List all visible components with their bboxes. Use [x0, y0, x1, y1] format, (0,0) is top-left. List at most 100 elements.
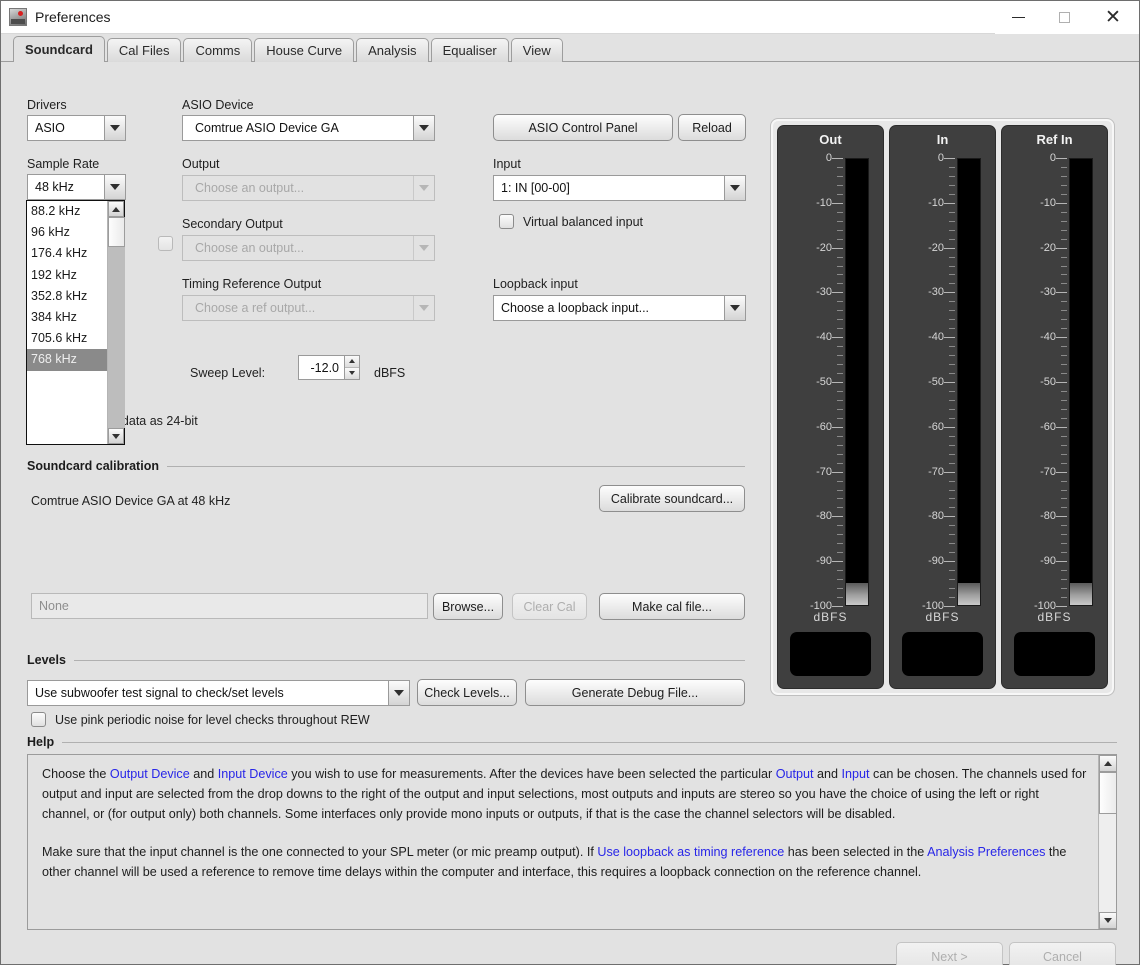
drivers-value: ASIO — [35, 121, 65, 135]
sample-rate-dropdown-list[interactable]: 88.2 kHz 96 kHz 176.4 kHz 192 kHz 352.8 … — [26, 200, 125, 445]
sample-rate-combo[interactable]: 48 kHz — [27, 174, 126, 200]
dropdown-item[interactable]: 352.8 kHz — [27, 286, 107, 307]
meter-tick — [1061, 319, 1067, 321]
help-link-output[interactable]: Output — [776, 767, 814, 781]
meter-tick — [1061, 489, 1067, 491]
meter-tick — [1061, 364, 1067, 366]
meter-tick — [837, 408, 843, 410]
meter-tick — [1056, 471, 1067, 473]
meter-tick — [949, 355, 955, 357]
dropdown-item[interactable]: 88.2 kHz — [27, 201, 107, 222]
scale-label: -80 — [928, 510, 944, 523]
scale-label: -10 — [816, 196, 832, 209]
meter-tick — [1061, 408, 1067, 410]
tab-comms[interactable]: Comms — [183, 38, 253, 62]
help-link-input-device[interactable]: Input Device — [218, 767, 288, 781]
help-link-analysis-preferences[interactable]: Analysis Preferences — [927, 845, 1045, 859]
calibrate-soundcard-button[interactable]: Calibrate soundcard... — [599, 485, 745, 512]
sample-rate-value: 48 kHz — [35, 180, 74, 194]
meter-tick — [1061, 597, 1067, 599]
levels-header: Levels — [27, 653, 745, 667]
maximize-button[interactable] — [1041, 0, 1087, 34]
tab-house-curve[interactable]: House Curve — [254, 38, 355, 62]
meter-tick — [832, 158, 843, 159]
spinner-up-button[interactable] — [345, 356, 359, 368]
dropdown-item[interactable]: 192 kHz — [27, 265, 107, 286]
scroll-up-button[interactable] — [108, 201, 124, 217]
meter-tick — [949, 364, 955, 366]
check-levels-button[interactable]: Check Levels... — [417, 679, 517, 706]
input-value: 1: IN [00-00] — [501, 181, 570, 195]
meter-tick — [949, 570, 955, 572]
pink-noise-row[interactable]: ✓ Use pink periodic noise for level chec… — [31, 712, 370, 727]
dropdown-scrollbar[interactable] — [107, 201, 125, 444]
tab-view[interactable]: View — [510, 38, 563, 62]
scroll-down-button[interactable] — [108, 428, 124, 444]
input-combo[interactable]: 1: IN [00-00] — [493, 175, 746, 201]
asio-control-panel-button[interactable]: ASIO Control Panel — [493, 114, 673, 141]
meter-tick — [837, 480, 843, 482]
meter-ref-in-scale: 0 -10 -20 -30 -40 -50 -60 -70 -80 -90 -1… — [1016, 152, 1056, 612]
meter-tick — [1061, 417, 1067, 419]
tab-analysis[interactable]: Analysis — [356, 38, 429, 62]
meter-tick — [837, 498, 843, 500]
virtual-balanced-input-checkbox[interactable]: ✓ — [499, 214, 514, 229]
meter-tick — [1056, 606, 1067, 607]
meter-tick — [1061, 229, 1067, 231]
spinner-down-button[interactable] — [345, 367, 359, 379]
output-label: Output — [182, 157, 220, 171]
dropdown-item[interactable]: 384 kHz — [27, 307, 107, 328]
tab-equaliser[interactable]: Equaliser — [430, 38, 509, 62]
generate-debug-file-button[interactable]: Generate Debug File... — [525, 679, 745, 706]
triangle-up-icon — [1104, 761, 1112, 766]
help-scrollbar[interactable] — [1098, 755, 1116, 929]
virtual-balanced-input-row[interactable]: ✓ Virtual balanced input — [499, 214, 643, 229]
meter-tick — [949, 597, 955, 599]
meter-tick — [837, 310, 843, 312]
chevron-down-icon — [388, 681, 409, 705]
cal-file-field[interactable]: None — [31, 593, 428, 619]
close-button[interactable]: ✕ — [1087, 0, 1139, 34]
meter-tick — [837, 417, 843, 419]
minimize-button[interactable] — [995, 0, 1041, 34]
pink-noise-checkbox[interactable]: ✓ — [31, 712, 46, 727]
make-cal-file-button[interactable]: Make cal file... — [599, 593, 745, 620]
drivers-combo[interactable]: ASIO — [27, 115, 126, 141]
meter-tick — [837, 355, 843, 357]
meter-tick — [1056, 247, 1067, 249]
tab-cal-files[interactable]: Cal Files — [106, 38, 182, 62]
meter-tick — [1061, 283, 1067, 285]
meter-tick — [837, 570, 843, 572]
scale-label: -60 — [928, 420, 944, 433]
help-panel: Choose the Output Device and Input Devic… — [27, 754, 1117, 930]
meter-tick — [837, 453, 843, 455]
meter-tick — [949, 462, 955, 464]
scale-label: -20 — [816, 241, 832, 254]
reload-button[interactable]: Reload — [678, 114, 746, 141]
browse-button[interactable]: Browse... — [433, 593, 503, 620]
help-link-loopback-timing-reference[interactable]: Use loopback as timing reference — [597, 845, 784, 859]
dropdown-item[interactable]: 96 kHz — [27, 222, 107, 243]
dropdown-item[interactable]: 176.4 kHz — [27, 243, 107, 264]
triangle-down-icon — [349, 371, 355, 376]
help-seg: Make sure that the input channel is the … — [42, 845, 598, 860]
sweep-level-value[interactable]: -12.0 — [299, 356, 344, 379]
help-link-output-device[interactable]: Output Device — [110, 767, 190, 781]
tab-soundcard[interactable]: Soundcard — [13, 36, 105, 63]
sweep-level-spinner[interactable]: -12.0 — [298, 355, 360, 380]
dropdown-item-selected[interactable]: 768 kHz — [27, 349, 107, 371]
asio-device-combo[interactable]: Comtrue ASIO Device GA — [182, 115, 435, 141]
help-link-input[interactable]: Input — [842, 767, 870, 781]
spinner-arrows[interactable] — [344, 356, 359, 379]
levels-test-signal-combo[interactable]: Use subwoofer test signal to check/set l… — [27, 680, 410, 706]
dropdown-item[interactable]: 705.6 kHz — [27, 328, 107, 349]
soundcard-calibration-title: Soundcard calibration — [27, 459, 159, 473]
meter-tick — [837, 489, 843, 491]
secondary-output-checkbox[interactable]: ✓ — [158, 236, 173, 251]
help-scroll-up-button[interactable] — [1099, 755, 1116, 772]
scrollbar-thumb[interactable] — [108, 217, 125, 247]
loopback-input-combo[interactable]: Choose a loopback input... — [493, 295, 746, 321]
help-scrollbar-thumb[interactable] — [1099, 772, 1116, 814]
help-scroll-down-button[interactable] — [1099, 912, 1116, 929]
scrollbar-track[interactable] — [108, 217, 125, 428]
